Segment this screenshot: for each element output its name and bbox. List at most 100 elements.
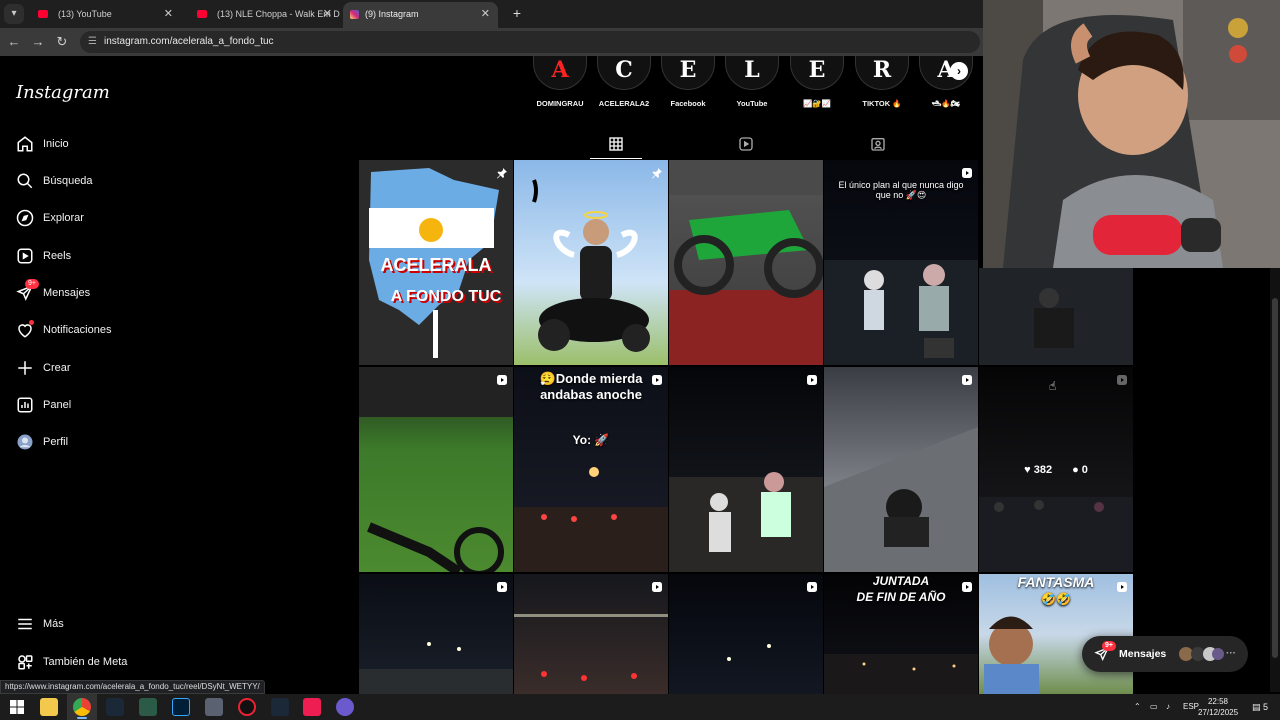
reels-tab-icon[interactable]: [738, 136, 754, 152]
network-icon[interactable]: ▭: [1150, 694, 1158, 720]
sidebar-item-label: Reels: [43, 250, 72, 262]
grid-icon[interactable]: [608, 136, 624, 152]
sidebar-item-busqueda[interactable]: Búsqueda: [16, 169, 93, 193]
plus-icon: [16, 359, 34, 377]
site-info-icon[interactable]: ☰: [88, 31, 97, 53]
address-bar[interactable]: ☰ instagram.com/acelerala_a_fondo_tuc: [80, 31, 980, 53]
post-tile[interactable]: FANTASMA 🤣🤣: [979, 574, 1133, 695]
post-tile-hovered[interactable]: ♥ 382 ● 0 ☝: [979, 367, 1133, 572]
instagram-logo[interactable]: Instagram: [16, 82, 110, 103]
highlight-cover: L: [725, 56, 779, 90]
highlight-item[interactable]: C ACELERALA2: [594, 56, 654, 108]
chevron-right-icon[interactable]: ›: [950, 62, 968, 80]
tab-youtube[interactable]: (13) YouTube ✕: [26, 2, 181, 28]
close-tab-icon[interactable]: ✕: [164, 2, 173, 26]
post-tile[interactable]: [359, 574, 513, 695]
calculator-icon[interactable]: [205, 698, 223, 716]
highlight-item[interactable]: L YouTube: [722, 56, 782, 108]
reel-icon: [651, 580, 663, 592]
language-indicator[interactable]: ESP: [1183, 694, 1199, 720]
post-tile[interactable]: El único plan al que nunca digo que no 🚀…: [824, 160, 978, 365]
highlight-glyph: E: [808, 57, 826, 83]
obs-icon[interactable]: [238, 698, 256, 716]
tab-nle-choppa[interactable]: (13) NLE Choppa - Walk Em Do ✕: [185, 2, 340, 28]
close-tab-icon[interactable]: ✕: [481, 2, 490, 26]
page-scrollbar[interactable]: [1270, 268, 1280, 692]
highlight-label: TIKTOK 🔥: [862, 99, 902, 108]
highlight-item[interactable]: A DOMINGRAU: [530, 56, 590, 108]
photoshop-icon[interactable]: [172, 698, 190, 716]
app-icon[interactable]: [139, 698, 157, 716]
comments-value: 0: [1081, 464, 1088, 476]
reload-icon[interactable]: ↻: [52, 32, 72, 52]
sidebar-item-crear[interactable]: Crear: [16, 356, 71, 380]
reel-icon: [961, 166, 973, 178]
post-tile[interactable]: [359, 367, 513, 572]
highlight-item[interactable]: A 🛥🔥🏍: [916, 56, 976, 108]
post-tile[interactable]: [669, 160, 823, 365]
post-stats: ♥ 382 ● 0: [979, 464, 1133, 476]
tab-instagram[interactable]: (9) Instagram ✕: [343, 2, 498, 28]
steam-icon[interactable]: [271, 698, 289, 716]
scrollbar-thumb[interactable]: [1272, 298, 1278, 658]
tab-search-button[interactable]: ▾: [4, 4, 24, 24]
highway-night-image: [824, 427, 978, 572]
forward-icon[interactable]: →: [28, 32, 48, 52]
sidebar-item-mas[interactable]: Más: [16, 612, 64, 636]
notifications-icon[interactable]: ▤ 5: [1252, 694, 1268, 720]
sidebar-item-explorar[interactable]: Explorar: [16, 206, 84, 230]
post-tile[interactable]: [514, 574, 668, 695]
angel-rider-image: [532, 179, 650, 352]
sidebar-item-label: Panel: [43, 399, 72, 411]
back-icon[interactable]: ←: [4, 32, 24, 52]
sidebar-item-label: Notificaciones: [43, 324, 112, 336]
sidebar-item-perfil[interactable]: Perfil: [16, 430, 68, 454]
post-tile[interactable]: [669, 367, 823, 572]
sidebar-item-panel[interactable]: Panel: [16, 393, 71, 417]
post-caption: andabas anoche: [540, 387, 642, 402]
post-tile[interactable]: 😮‍💨Donde mierda andabas anoche Yo: 🚀: [514, 367, 668, 572]
post-caption: JUNTADA: [872, 574, 930, 588]
highlight-item[interactable]: E 📈🔐📈: [787, 56, 847, 108]
post-tile[interactable]: [514, 160, 668, 365]
post-tile[interactable]: ACELERALA A FONDO TUC: [359, 160, 513, 365]
reel-icon: [496, 373, 508, 385]
tiktok-icon[interactable]: [303, 698, 321, 716]
tagged-icon[interactable]: [870, 136, 886, 152]
steam-icon[interactable]: [106, 698, 124, 716]
green-motorcycle-image: [669, 160, 823, 365]
chevron-up-icon[interactable]: ⌃: [1134, 694, 1141, 720]
reel-icon: [806, 580, 818, 592]
pin-icon: [651, 166, 663, 179]
highlight-item[interactable]: E Facebook: [658, 56, 718, 108]
tab-title: (13) YouTube: [58, 9, 112, 19]
new-tab-button[interactable]: +: [505, 2, 529, 26]
chrome-icon[interactable]: [73, 698, 91, 716]
file-explorer-icon[interactable]: [40, 698, 58, 716]
windows-start-icon[interactable]: [8, 698, 26, 716]
reel-icon: [961, 373, 973, 385]
youtube-favicon-icon: [38, 10, 48, 18]
volume-icon[interactable]: ♪: [1166, 694, 1170, 720]
post-tile[interactable]: [669, 574, 823, 695]
sidebar-item-mensajes[interactable]: 9+ Mensajes: [16, 279, 90, 305]
messages-floating-button[interactable]: 9+ Mensajes ···: [1082, 636, 1248, 672]
post-subtitle: A FONDO TUC: [390, 288, 502, 305]
post-tile[interactable]: [979, 268, 1133, 365]
sidebar-item-reels[interactable]: Reels: [16, 244, 71, 268]
close-tab-icon[interactable]: ✕: [323, 2, 332, 26]
messages-badge: 9+: [25, 279, 39, 289]
post-title: ACELERALA: [380, 255, 492, 275]
sidebar-item-notificaciones[interactable]: Notificaciones: [16, 318, 111, 342]
highlight-item[interactable]: R TIKTOK 🔥: [852, 56, 912, 108]
sidebar-item-inicio[interactable]: Inicio: [16, 132, 69, 156]
post-tile[interactable]: [824, 367, 978, 572]
sidebar-item-tambien-de-meta[interactable]: También de Meta: [16, 650, 127, 674]
highlight-cover: A: [533, 56, 587, 90]
post-tile[interactable]: JUNTADA DE FIN DE AÑO: [824, 574, 978, 695]
more-options-icon[interactable]: ···: [1226, 636, 1236, 672]
system-clock[interactable]: 22:58 27/12/2025: [1198, 696, 1238, 718]
notification-count: 5: [1263, 702, 1269, 712]
discord-icon[interactable]: [336, 698, 354, 716]
night-road-image: [359, 642, 513, 695]
